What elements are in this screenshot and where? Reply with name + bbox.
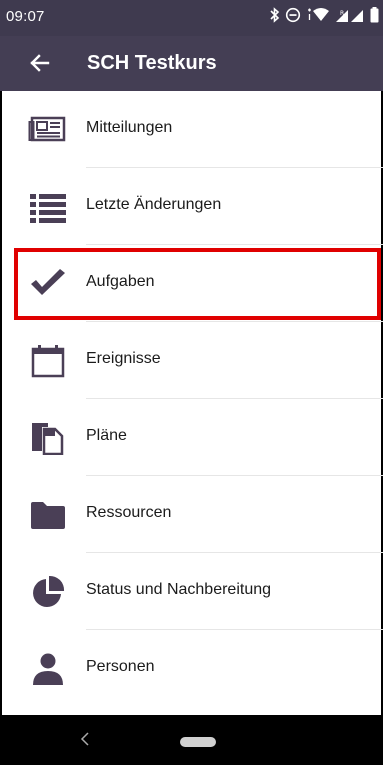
- menu-item-mitteilungen[interactable]: Mitteilungen: [0, 91, 383, 168]
- menu-item-label: Mitteilungen: [86, 119, 173, 136]
- do-not-disturb-icon: [285, 7, 301, 28]
- signal-icon: R: [335, 7, 365, 28]
- nav-back-icon[interactable]: [78, 729, 92, 749]
- menu-item-personen[interactable]: Personen: [0, 630, 383, 707]
- menu-item-label: Letzte Änderungen: [86, 196, 222, 213]
- menu-item-label: Aufgaben: [86, 273, 155, 290]
- calendar-icon: [28, 344, 68, 378]
- system-nav-bar: [0, 715, 383, 765]
- menu-item-aufgaben[interactable]: Aufgaben: [0, 245, 383, 322]
- menu-item-plaene[interactable]: Pläne: [0, 399, 383, 476]
- menu-item-letzte-aenderungen[interactable]: Letzte Änderungen: [0, 168, 383, 245]
- menu-item-label: Personen: [86, 658, 155, 675]
- app-bar: SCH Testkurs: [0, 36, 383, 91]
- menu-item-label: Status und Nachbereitung: [86, 581, 272, 598]
- menu-item-ereignisse[interactable]: Ereignisse: [0, 322, 383, 399]
- svg-text:R: R: [340, 10, 344, 17]
- folder-icon: [28, 498, 68, 532]
- list-icon: [28, 190, 68, 224]
- menu-item-ressourcen[interactable]: Ressourcen: [0, 476, 383, 553]
- home-pill-icon[interactable]: [180, 737, 216, 747]
- checkmark-icon: [28, 267, 68, 301]
- page-title: SCH Testkurs: [87, 52, 217, 74]
- pie-chart-icon: [28, 575, 68, 609]
- menu-list: Mitteilungen Letzte Änderungen Aufgaben: [0, 91, 383, 707]
- menu-item-label: Ressourcen: [86, 504, 172, 521]
- person-icon: [28, 652, 68, 686]
- newspaper-icon: [28, 113, 68, 147]
- status-time: 09:07: [6, 8, 45, 25]
- arrow-left-icon[interactable]: [26, 49, 54, 77]
- bluetooth-icon: [270, 7, 280, 28]
- menu-item-label: Ereignisse: [86, 350, 161, 367]
- menu-item-status-nachbereitung[interactable]: Status und Nachbereitung: [0, 553, 383, 630]
- documents-icon: [28, 421, 68, 456]
- battery-icon: [370, 7, 379, 28]
- status-bar: 09:07 R: [0, 0, 383, 36]
- menu-item-label: Pläne: [86, 427, 127, 444]
- status-icons: R: [270, 7, 379, 28]
- wifi-icon: [306, 7, 330, 28]
